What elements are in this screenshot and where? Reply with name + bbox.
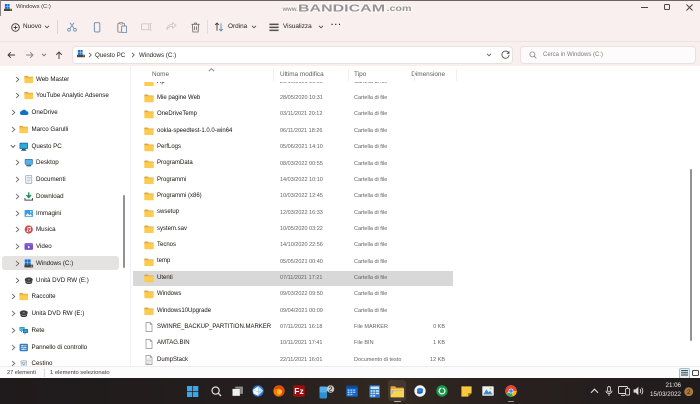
svg-text:BANDICAM: BANDICAM [298, 2, 385, 13]
svg-text:.com: .com [387, 4, 412, 13]
svg-text:2: 2 [329, 386, 333, 393]
svg-text:Fz: Fz [294, 386, 303, 396]
svg-text:www.: www. [282, 7, 299, 13]
svg-text:2: 2 [687, 389, 691, 396]
